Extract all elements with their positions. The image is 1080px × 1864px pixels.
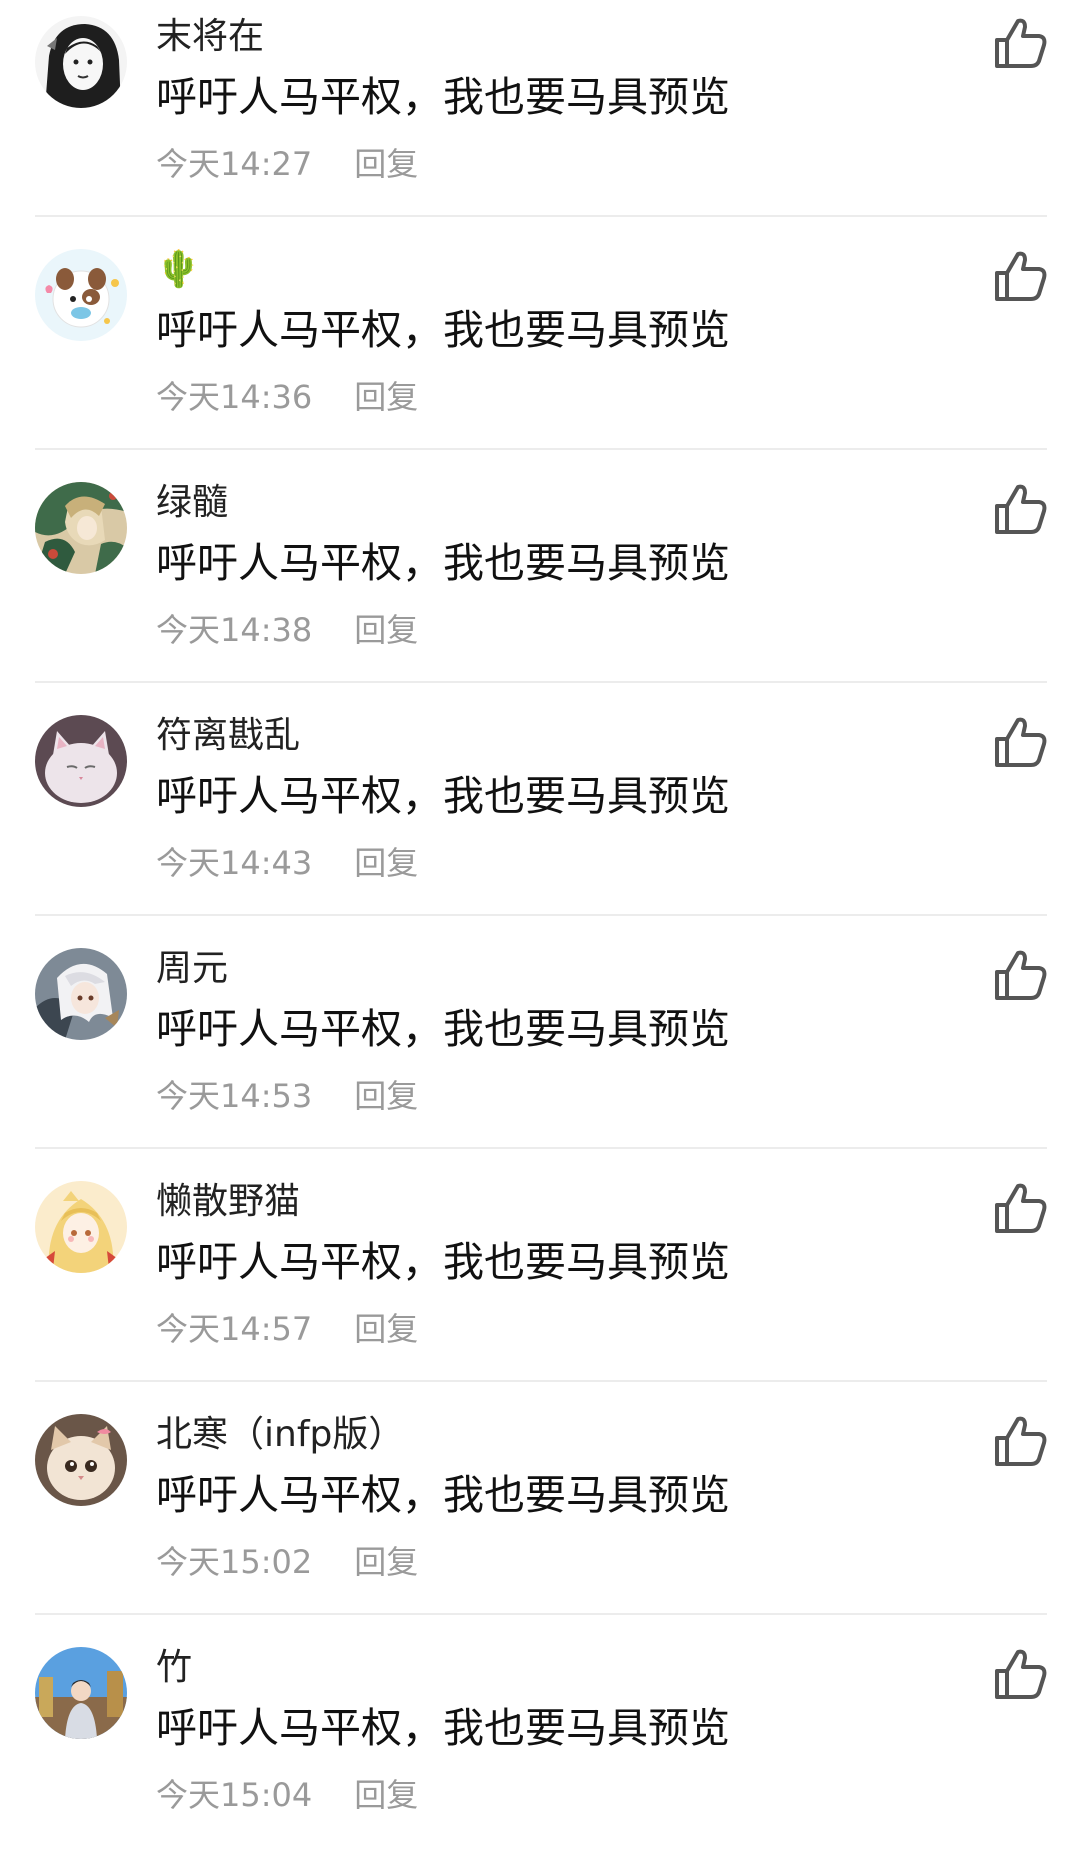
comment-text: 呼吁人马平权，我也要马具预览 — [156, 306, 730, 354]
like-button[interactable] — [993, 948, 1049, 1002]
comment-text: 呼吁人马平权，我也要马具预览 — [156, 1005, 730, 1053]
comment-text: 呼吁人马平权，我也要马具预览 — [156, 1471, 730, 1519]
comment-meta: 今天15:02 回复 — [156, 1540, 418, 1584]
comment-username[interactable]: 竹 — [156, 1643, 192, 1693]
thumbs-up-icon — [995, 1416, 1047, 1466]
thumbs-up-icon — [995, 251, 1047, 301]
avatar[interactable] — [35, 16, 127, 108]
avatar[interactable] — [35, 482, 127, 574]
thumbs-up-icon — [995, 950, 1047, 1000]
comment-timestamp: 今天15:02 — [156, 1543, 313, 1581]
comment-item: 周元 呼吁人马平权，我也要马具预览 今天14:53 回复 — [0, 932, 1080, 1165]
comment-item: 懒散野猫 呼吁人马平权，我也要马具预览 今天14:57 回复 — [0, 1165, 1080, 1398]
divider — [35, 1613, 1047, 1615]
avatar-anime-blonde-girl-icon — [35, 1181, 127, 1273]
comment-item: 🌵 呼吁人马平权，我也要马具预览 今天14:36 回复 — [0, 233, 1080, 466]
comment-text: 呼吁人马平权，我也要马具预览 — [156, 1238, 730, 1286]
comment-text: 呼吁人马平权，我也要马具预览 — [156, 73, 730, 121]
comment-text: 呼吁人马平权，我也要马具预览 — [156, 772, 730, 820]
thumbs-up-icon — [995, 717, 1047, 767]
like-button[interactable] — [993, 1181, 1049, 1235]
comment-meta: 今天14:53 回复 — [156, 1074, 418, 1118]
thumbs-up-icon — [995, 1183, 1047, 1233]
thumbs-up-icon — [995, 1649, 1047, 1699]
reply-button[interactable]: 回复 — [354, 841, 418, 885]
comment-timestamp: 今天14:27 — [156, 145, 313, 183]
avatar-white-cat-icon — [35, 715, 127, 807]
comment-meta: 今天14:36 回复 — [156, 375, 418, 419]
comment-username[interactable]: 符离戡乱 — [156, 711, 300, 761]
comment-timestamp: 今天14:43 — [156, 844, 313, 882]
like-button[interactable] — [993, 482, 1049, 536]
comment-item: 末将在 呼吁人马平权，我也要马具预览 今天14:27 回复 — [0, 0, 1080, 233]
avatar-cartoon-animal-icon — [35, 249, 127, 341]
like-button[interactable] — [993, 1414, 1049, 1468]
comment-username[interactable]: 末将在 — [156, 12, 264, 62]
comment-username[interactable]: 懒散野猫 — [156, 1177, 300, 1227]
reply-button[interactable]: 回复 — [354, 1773, 418, 1817]
avatar-anime-white-hair-icon — [35, 948, 127, 1040]
reply-button[interactable]: 回复 — [354, 375, 418, 419]
avatar-fluffy-cat-icon — [35, 1414, 127, 1506]
avatar[interactable] — [35, 249, 127, 341]
divider — [35, 1147, 1047, 1149]
reply-button[interactable]: 回复 — [354, 608, 418, 652]
avatar[interactable] — [35, 715, 127, 807]
comment-meta: 今天14:27 回复 — [156, 142, 418, 186]
comment-username[interactable]: 🌵 — [156, 245, 201, 295]
avatar-anime-character-icon — [35, 482, 127, 574]
divider — [35, 448, 1047, 450]
avatar-ink-portrait-icon — [35, 16, 127, 108]
avatar[interactable] — [35, 948, 127, 1040]
comment-timestamp: 今天14:53 — [156, 1077, 313, 1115]
comment-item: 北寒（infp版） 呼吁人马平权，我也要马具预览 今天15:02 回复 — [0, 1398, 1080, 1631]
comment-username[interactable]: 周元 — [156, 944, 228, 994]
comment-meta: 今天14:38 回复 — [156, 608, 418, 652]
divider — [35, 914, 1047, 916]
comment-timestamp: 今天14:36 — [156, 378, 313, 416]
thumbs-up-icon — [995, 484, 1047, 534]
reply-button[interactable]: 回复 — [354, 1307, 418, 1351]
comment-text: 呼吁人马平权，我也要马具预览 — [156, 539, 730, 587]
comment-meta: 今天14:57 回复 — [156, 1307, 418, 1351]
like-button[interactable] — [993, 715, 1049, 769]
comment-timestamp: 今天14:57 — [156, 1310, 313, 1348]
comment-username[interactable]: 绿髓 — [156, 478, 228, 528]
avatar-photo-person-icon — [35, 1647, 127, 1739]
avatar[interactable] — [35, 1647, 127, 1739]
comment-item: 符离戡乱 呼吁人马平权，我也要马具预览 今天14:43 回复 — [0, 699, 1080, 932]
comment-meta: 今天15:04 回复 — [156, 1773, 418, 1817]
divider — [35, 681, 1047, 683]
avatar[interactable] — [35, 1414, 127, 1506]
comment-text: 呼吁人马平权，我也要马具预览 — [156, 1704, 730, 1752]
comment-item: 绿髓 呼吁人马平权，我也要马具预览 今天14:38 回复 — [0, 466, 1080, 699]
reply-button[interactable]: 回复 — [354, 1074, 418, 1118]
comment-timestamp: 今天14:38 — [156, 611, 313, 649]
thumbs-up-icon — [995, 18, 1047, 68]
reply-button[interactable]: 回复 — [354, 142, 418, 186]
divider — [35, 215, 1047, 217]
reply-button[interactable]: 回复 — [354, 1540, 418, 1584]
comment-meta: 今天14:43 回复 — [156, 841, 418, 885]
like-button[interactable] — [993, 249, 1049, 303]
comment-timestamp: 今天15:04 — [156, 1776, 313, 1814]
like-button[interactable] — [993, 1647, 1049, 1701]
avatar[interactable] — [35, 1181, 127, 1273]
divider — [35, 1380, 1047, 1382]
comment-username[interactable]: 北寒（infp版） — [156, 1410, 404, 1460]
comment-item: 竹 呼吁人马平权，我也要马具预览 今天15:04 回复 — [0, 1631, 1080, 1864]
like-button[interactable] — [993, 16, 1049, 70]
